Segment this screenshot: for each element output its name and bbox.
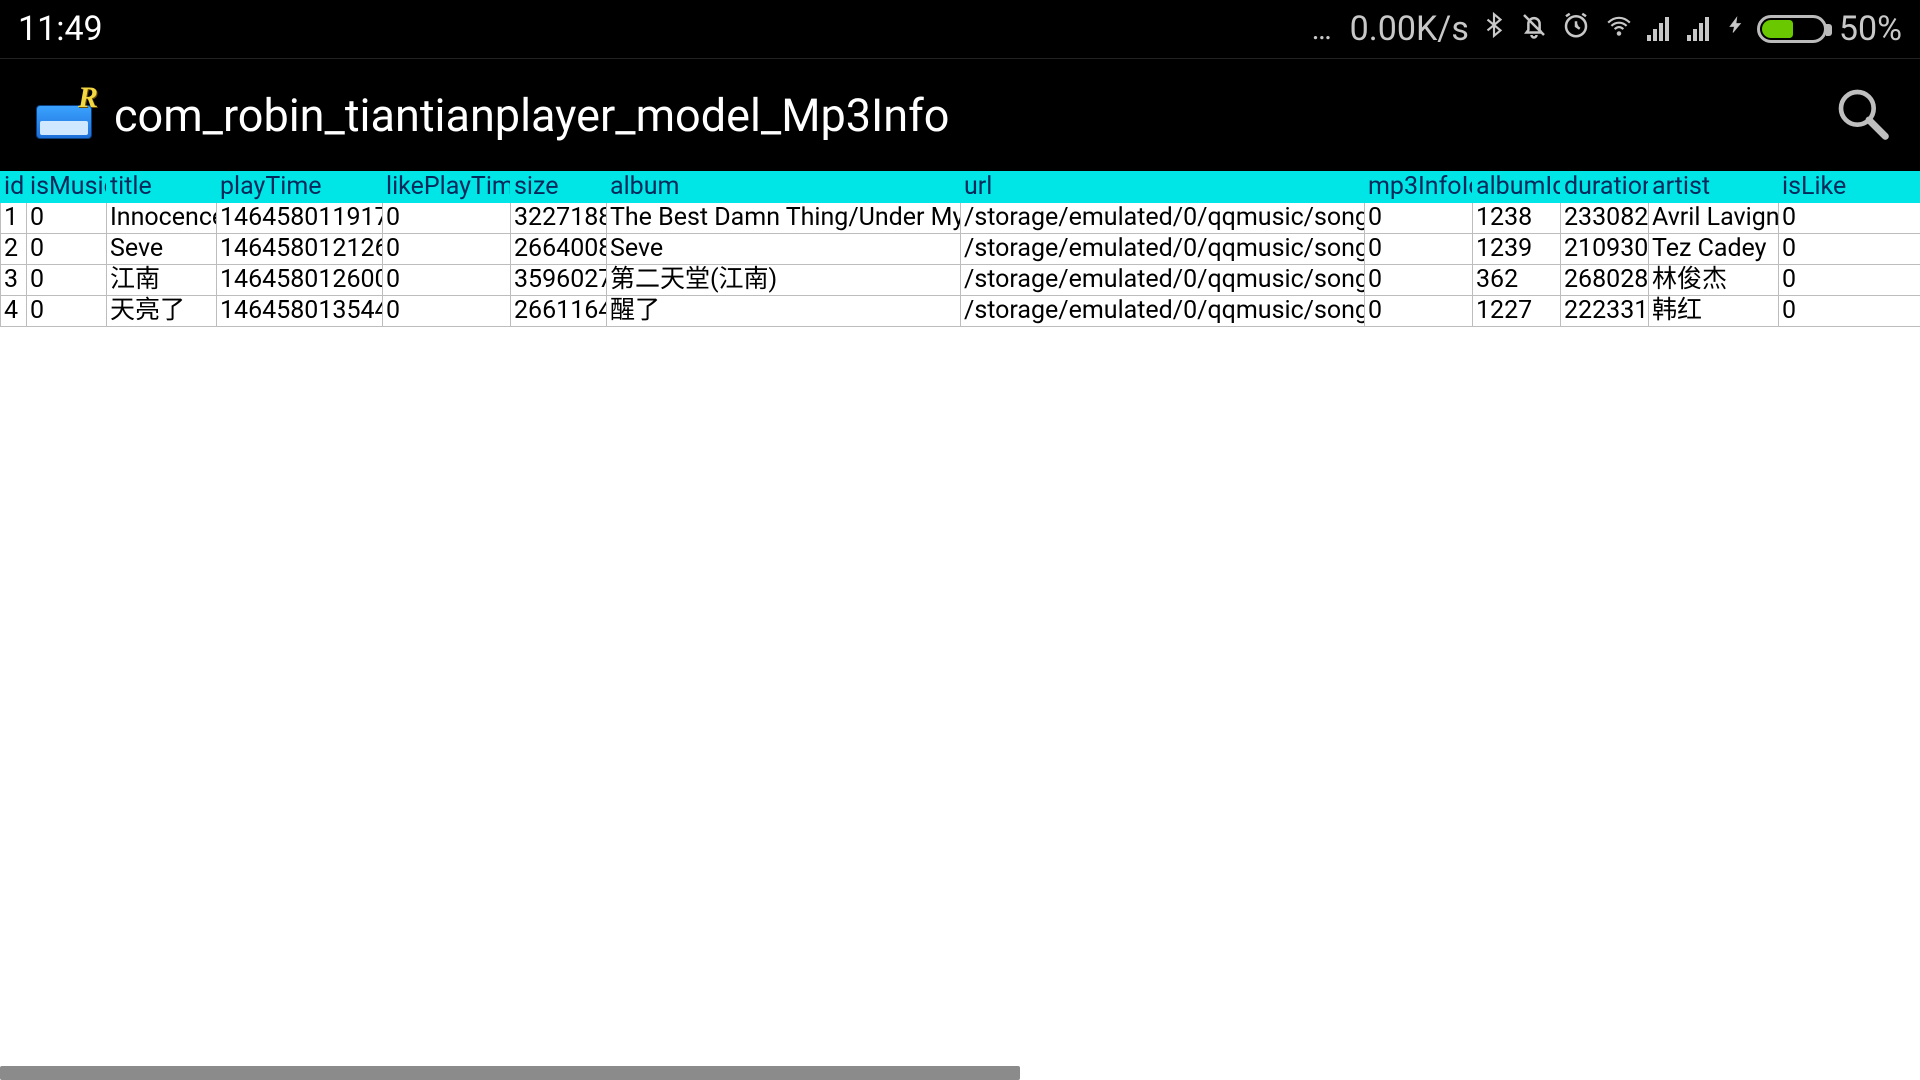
table-row[interactable]: 20Seve146458012126702664008Seve/storage/… [1,234,1920,265]
cell-playTime[interactable]: 1464580126008 [217,265,383,296]
battery-icon [1757,15,1827,43]
cell-url[interactable]: /storage/emulated/0/qqmusic/song/Avri [961,203,1365,234]
cell-likePlayTime[interactable]: 0 [383,265,511,296]
cell-url[interactable]: /storage/emulated/0/qqmusic/song/韩红 [961,296,1365,327]
cell-size[interactable]: 3227188 [511,203,607,234]
cell-isMusic[interactable]: 0 [27,234,107,265]
bell-off-icon [1519,9,1549,49]
signal-2-icon [1687,17,1715,41]
cell-isMusic[interactable]: 0 [27,296,107,327]
column-header-playTime[interactable]: playTime [217,172,383,203]
cell-id[interactable]: 1 [1,203,27,234]
cell-likePlayTime[interactable]: 0 [383,203,511,234]
status-netspeed: 0.00K/s [1350,9,1469,49]
cell-album[interactable]: 醒了 [607,296,961,327]
cell-id[interactable]: 4 [1,296,27,327]
column-header-duration[interactable]: duration [1561,172,1649,203]
cell-size[interactable]: 2664008 [511,234,607,265]
column-header-album[interactable]: album [607,172,961,203]
cell-size[interactable]: 3596027 [511,265,607,296]
cell-title[interactable]: Seve [107,234,217,265]
cell-playTime[interactable]: 1464580119178 [217,203,383,234]
column-header-isMusic[interactable]: isMusic [27,172,107,203]
status-battery-percent: 50% [1839,9,1902,49]
cell-album[interactable]: Seve [607,234,961,265]
cell-artist[interactable]: Avril Lavigne [1649,203,1779,234]
cell-id[interactable]: 2 [1,234,27,265]
cell-album[interactable]: The Best Damn Thing/Under My Skin [607,203,961,234]
cell-artist[interactable]: Tez Cadey [1649,234,1779,265]
cell-isLike[interactable]: 0 [1779,203,1920,234]
cell-artist[interactable]: 林俊杰 [1649,265,1779,296]
wifi-icon [1603,9,1635,49]
cell-mp3InfoId[interactable]: 0 [1365,234,1473,265]
cell-size[interactable]: 2661164 [511,296,607,327]
cell-isLike[interactable]: 0 [1779,234,1920,265]
app-icon[interactable]: R [36,91,92,139]
cell-mp3InfoId[interactable]: 0 [1365,296,1473,327]
cell-isMusic[interactable]: 0 [27,203,107,234]
cell-artist[interactable]: 韩红 [1649,296,1779,327]
column-header-likePlayTime[interactable]: likePlayTime [383,172,511,203]
signal-1-icon [1647,17,1675,41]
data-table[interactable]: idisMusictitleplayTimelikePlayTimesizeal… [0,171,1920,327]
table-row[interactable]: 40天亮了146458013544302661164醒了/storage/emu… [1,296,1920,327]
cell-duration[interactable]: 210930 [1561,234,1649,265]
cell-url[interactable]: /storage/emulated/0/qqmusic/song/林俊 [961,265,1365,296]
search-button[interactable] [1834,85,1890,145]
page-title: com_robin_tiantianplayer_model_Mp3Info [114,89,949,142]
cell-playTime[interactable]: 1464580135443 [217,296,383,327]
table-header-row[interactable]: idisMusictitleplayTimelikePlayTimesizeal… [1,172,1920,203]
cell-isLike[interactable]: 0 [1779,296,1920,327]
cell-duration[interactable]: 233082 [1561,203,1649,234]
column-header-albumId[interactable]: albumId [1473,172,1561,203]
cell-url[interactable]: /storage/emulated/0/qqmusic/song/Tez [961,234,1365,265]
column-header-size[interactable]: size [511,172,607,203]
column-header-isLike[interactable]: isLike [1779,172,1920,203]
cell-albumId[interactable]: 1239 [1473,234,1561,265]
cell-albumId[interactable]: 362 [1473,265,1561,296]
cell-likePlayTime[interactable]: 0 [383,296,511,327]
charging-icon [1727,9,1745,49]
app-bar: R com_robin_tiantianplayer_model_Mp3Info [0,58,1920,171]
cell-mp3InfoId[interactable]: 0 [1365,265,1473,296]
column-header-mp3InfoId[interactable]: mp3InfoId [1365,172,1473,203]
cell-duration[interactable]: 268028 [1561,265,1649,296]
cell-albumId[interactable]: 1227 [1473,296,1561,327]
cell-title[interactable]: 天亮了 [107,296,217,327]
table-row[interactable]: 30江南146458012600803596027第二天堂(江南)/storag… [1,265,1920,296]
cell-title[interactable]: 江南 [107,265,217,296]
cell-mp3InfoId[interactable]: 0 [1365,203,1473,234]
status-time: 11:49 [18,9,103,49]
column-header-url[interactable]: url [961,172,1365,203]
horizontal-scrollbar[interactable] [0,1066,1020,1080]
alarm-icon [1561,9,1591,49]
cell-likePlayTime[interactable]: 0 [383,234,511,265]
cell-id[interactable]: 3 [1,265,27,296]
more-dots-icon: … [1312,12,1334,47]
cell-duration[interactable]: 222331 [1561,296,1649,327]
cell-album[interactable]: 第二天堂(江南) [607,265,961,296]
column-header-artist[interactable]: artist [1649,172,1779,203]
cell-title[interactable]: Innocence [107,203,217,234]
table-row[interactable]: 10Innocence146458011917803227188The Best… [1,203,1920,234]
cell-albumId[interactable]: 1238 [1473,203,1561,234]
column-header-id[interactable]: id [1,172,27,203]
bluetooth-icon [1481,9,1507,49]
status-bar: 11:49 … 0.00K/s 50% [0,0,1920,58]
cell-playTime[interactable]: 1464580121267 [217,234,383,265]
cell-isLike[interactable]: 0 [1779,265,1920,296]
column-header-title[interactable]: title [107,172,217,203]
cell-isMusic[interactable]: 0 [27,265,107,296]
